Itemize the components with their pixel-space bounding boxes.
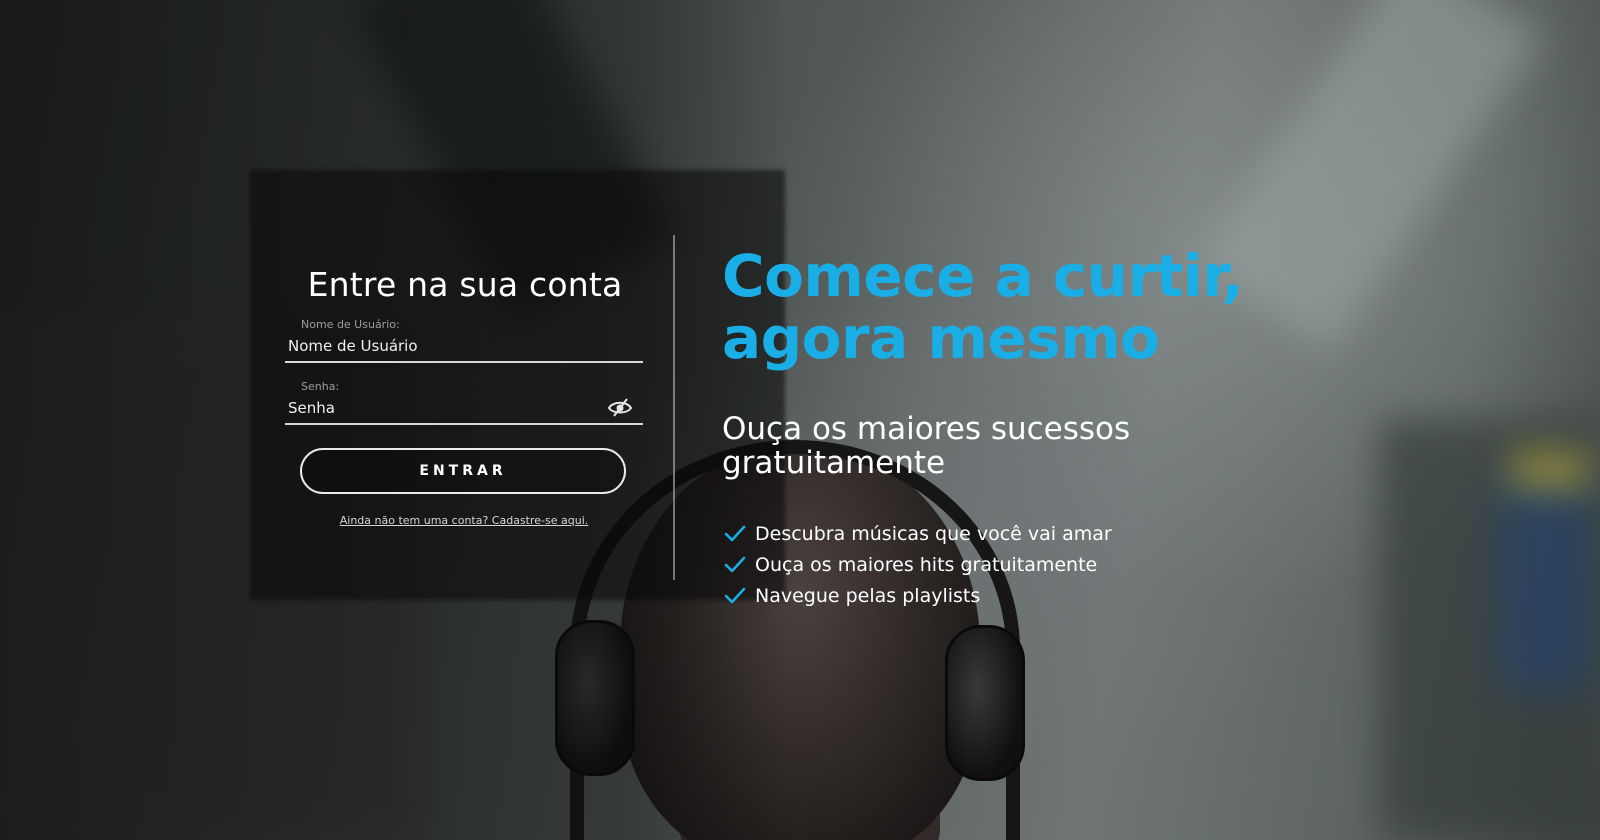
hero-subtitle: Ouça os maiores sucessos gratuitamente bbox=[722, 412, 1130, 480]
login-button[interactable]: ENTRAR bbox=[300, 448, 626, 494]
background-light-streak bbox=[1380, 420, 1600, 840]
username-input[interactable] bbox=[285, 335, 643, 363]
login-title: Entre na sua conta bbox=[307, 265, 623, 304]
vertical-divider bbox=[673, 235, 675, 580]
password-field: Senha: bbox=[285, 380, 643, 425]
feature-item: Descubra músicas que você vai amar bbox=[724, 518, 1112, 549]
username-label: Nome de Usuário: bbox=[301, 318, 400, 331]
hero-title-line: agora mesmo bbox=[722, 304, 1160, 372]
signup-link[interactable]: Ainda não tem uma conta? Cadastre-se aqu… bbox=[285, 514, 643, 527]
background-blue-blur bbox=[1500, 470, 1590, 690]
check-icon bbox=[724, 587, 746, 603]
background-light-streak bbox=[1197, 0, 1543, 353]
headphones-right-cup bbox=[945, 625, 1025, 781]
password-input[interactable] bbox=[285, 397, 643, 425]
feature-text: Ouça os maiores hits gratuitamente bbox=[755, 553, 1098, 576]
background-yellow-blur bbox=[1510, 450, 1590, 490]
login-page: Entre na sua conta Nome de Usuário: Senh… bbox=[0, 0, 1600, 840]
hero-title-line: Comece a curtir, bbox=[722, 242, 1244, 310]
password-label: Senha: bbox=[301, 380, 340, 393]
feature-item: Navegue pelas playlists bbox=[724, 580, 1112, 611]
hero-title: Comece a curtir, agora mesmo bbox=[722, 242, 1244, 372]
feature-list: Descubra músicas que você vai amar Ouça … bbox=[724, 518, 1112, 611]
check-icon bbox=[724, 556, 746, 572]
check-icon bbox=[724, 525, 746, 541]
feature-item: Ouça os maiores hits gratuitamente bbox=[724, 549, 1112, 580]
hero-subtitle-line: Ouça os maiores sucessos bbox=[722, 411, 1131, 447]
hero-subtitle-line: gratuitamente bbox=[722, 445, 946, 481]
eye-slash-icon[interactable] bbox=[607, 397, 633, 417]
feature-text: Descubra músicas que você vai amar bbox=[755, 522, 1112, 545]
username-field: Nome de Usuário: bbox=[285, 318, 643, 363]
feature-text: Navegue pelas playlists bbox=[755, 584, 981, 607]
